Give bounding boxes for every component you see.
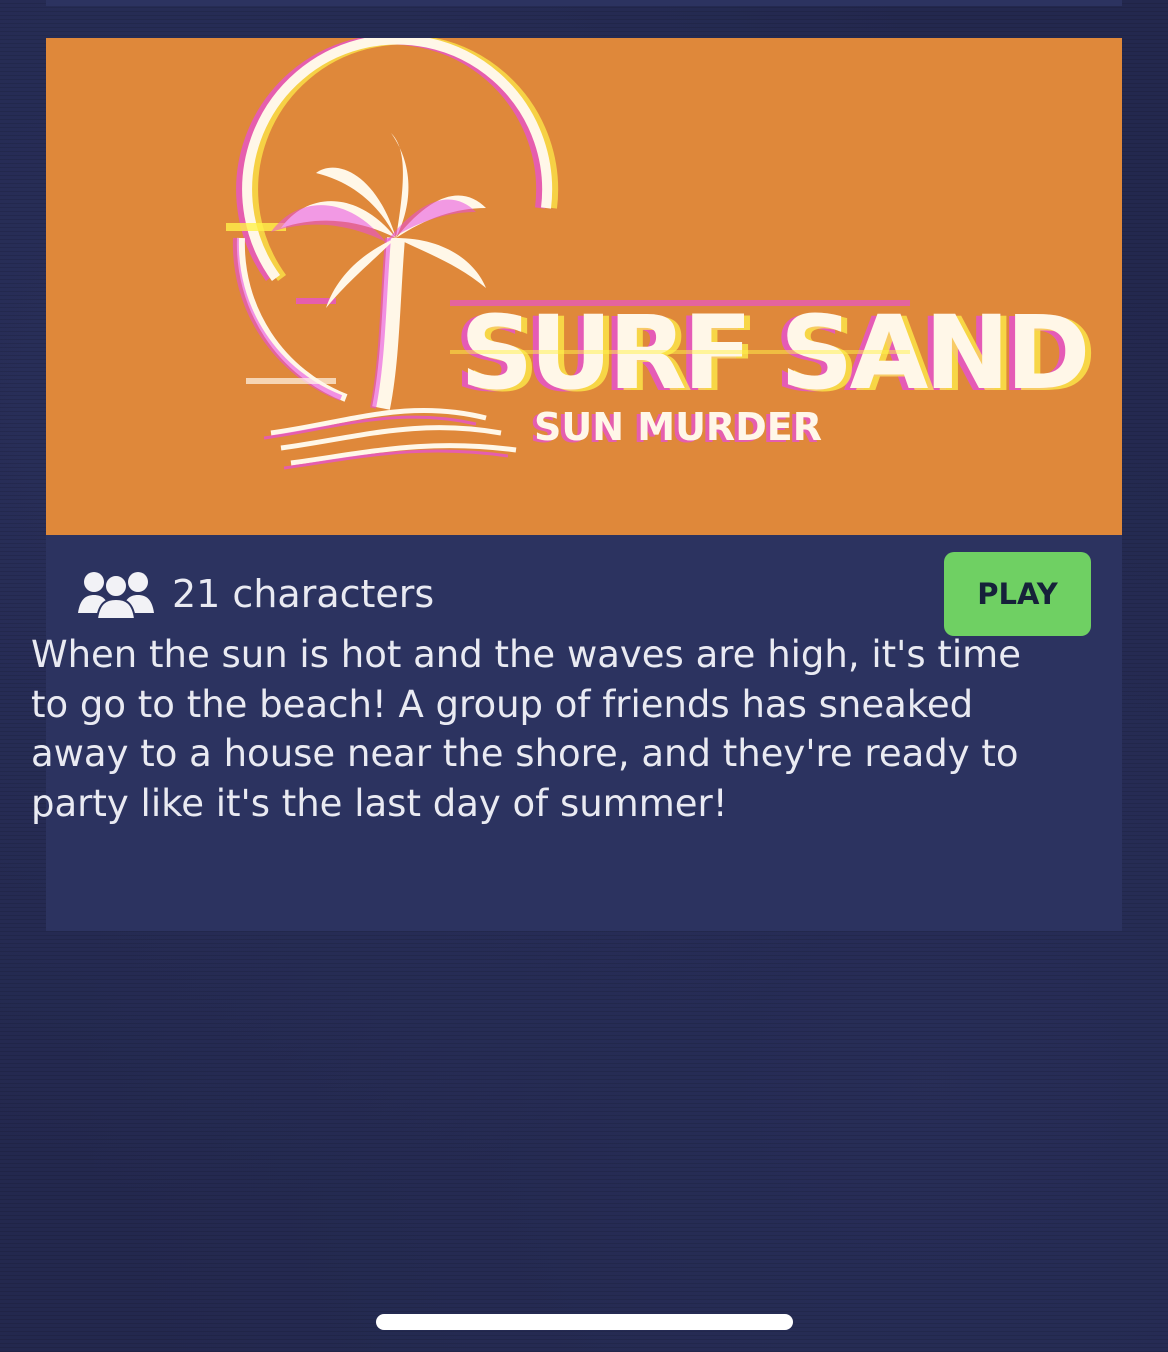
logo-subtitle: SUN MURDER	[534, 405, 822, 449]
palm-tree-sun-icon: SURF SAND SURF SAND SURF SAND SUN MURDER…	[226, 38, 1096, 470]
characters-label: 21 characters	[172, 572, 435, 616]
people-group-icon	[78, 572, 154, 619]
play-button[interactable]: PLAY	[944, 552, 1091, 636]
game-description: When the sun is hot and the waves are hi…	[31, 633, 1021, 825]
game-banner[interactable]: SURF SAND SURF SAND SURF SAND SUN MURDER…	[46, 38, 1122, 535]
characters-count: 21 characters	[76, 569, 434, 619]
home-indicator[interactable]	[376, 1314, 793, 1330]
previous-card-edge	[46, 0, 1122, 6]
